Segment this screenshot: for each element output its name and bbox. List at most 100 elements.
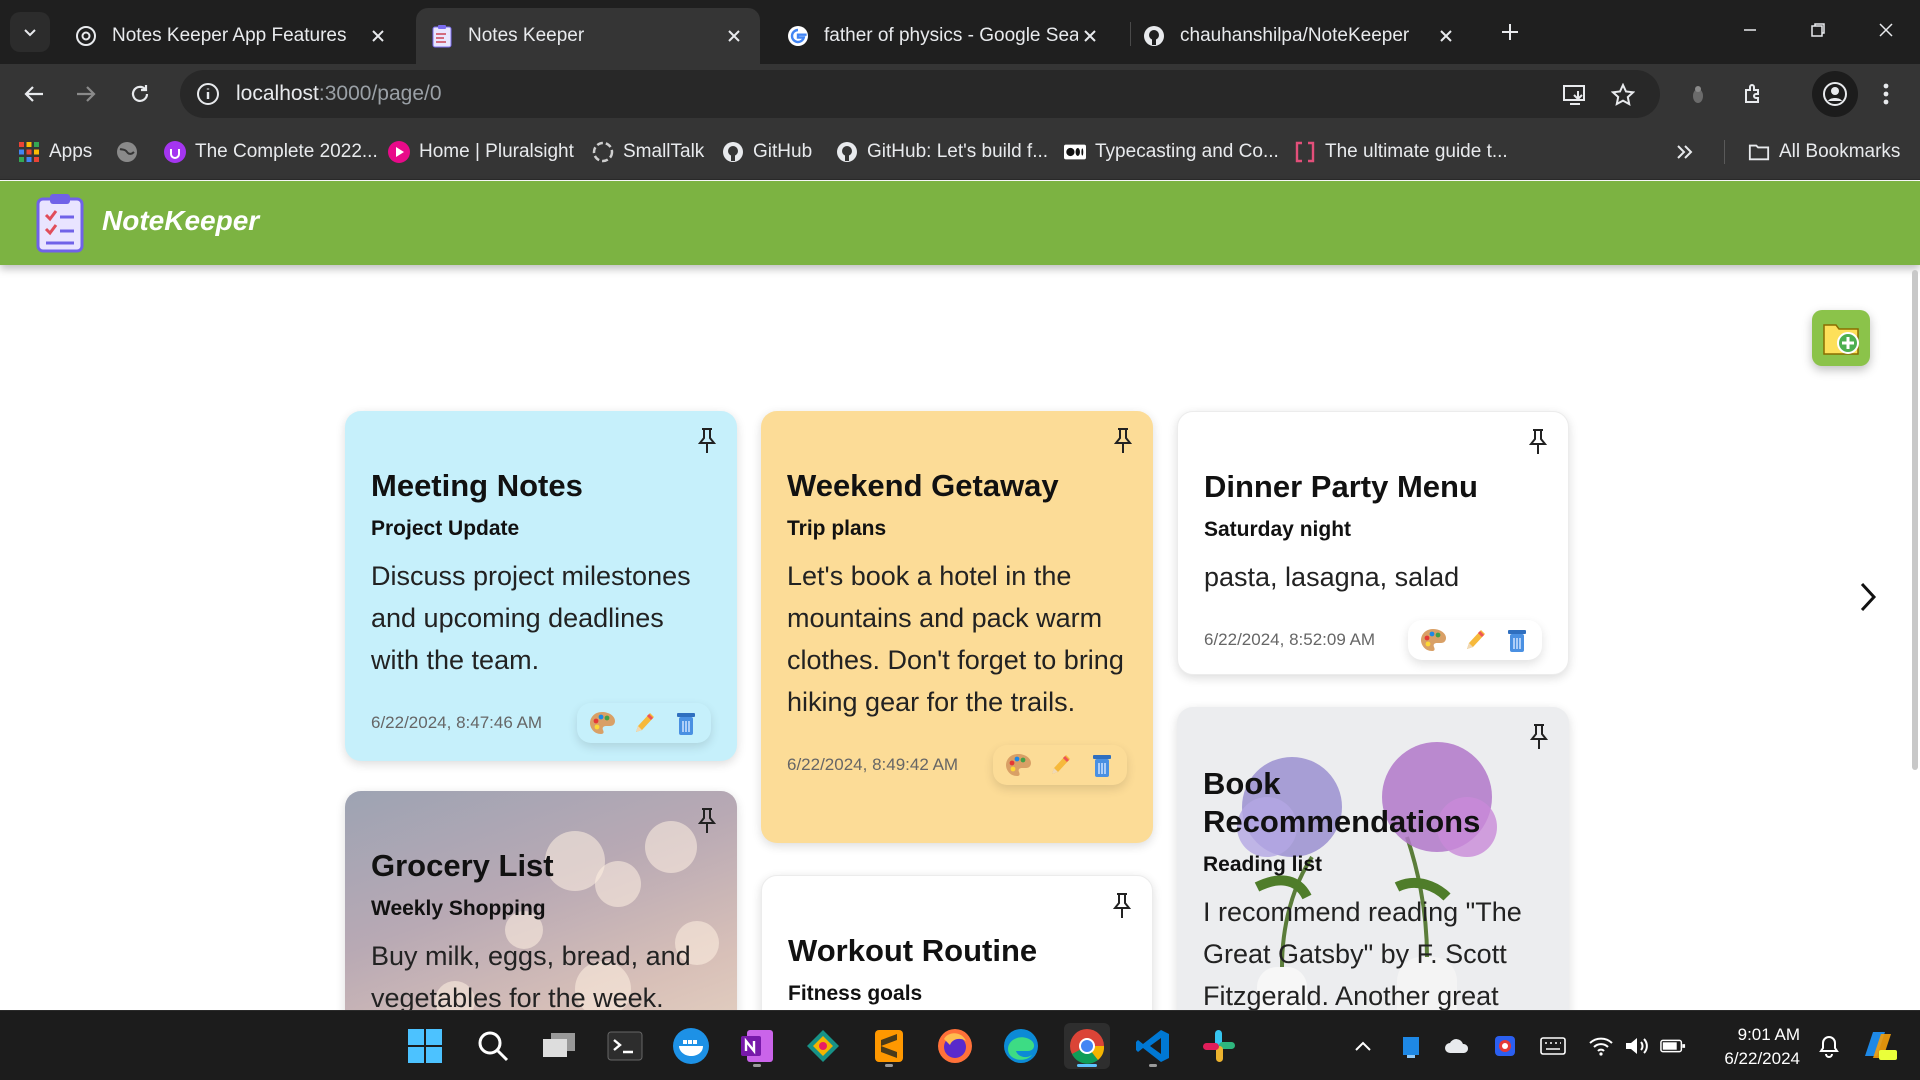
onedrive-cloud-icon[interactable] xyxy=(1444,1033,1470,1059)
palette-icon[interactable] xyxy=(1001,749,1035,781)
bookmark-udemy[interactable]: The Complete 2022... xyxy=(164,138,378,166)
app-title: NoteKeeper xyxy=(102,205,260,236)
note-title: Dinner Party Menu xyxy=(1204,469,1478,504)
bookmark-medium[interactable]: Typecasting and Co... xyxy=(1064,138,1279,166)
close-tab-icon[interactable] xyxy=(1078,24,1102,48)
profile-button[interactable] xyxy=(1812,71,1858,117)
battery-icon[interactable] xyxy=(1660,1033,1686,1059)
browser-menu-button[interactable] xyxy=(1866,74,1906,114)
bookmark-label: SmallTalk xyxy=(623,141,705,162)
chrome-icon[interactable] xyxy=(1064,1023,1110,1069)
volume-icon[interactable] xyxy=(1624,1033,1650,1059)
close-tab-icon[interactable] xyxy=(722,24,746,48)
pin-icon[interactable] xyxy=(695,807,719,835)
terminal-icon[interactable] xyxy=(602,1023,648,1069)
delete-trash-icon[interactable] xyxy=(1085,749,1119,781)
install-app-icon[interactable] xyxy=(1560,80,1590,110)
note-date: 6/22/2024, 8:47:46 AM xyxy=(371,713,543,732)
bookmark-github[interactable]: GitHub xyxy=(722,138,812,166)
note-body: I recommend reading "The Great Gatsby" b… xyxy=(1203,897,1522,1011)
onenote-icon[interactable] xyxy=(734,1023,780,1069)
new-tab-button[interactable] xyxy=(1492,14,1528,50)
add-note-button[interactable] xyxy=(1812,310,1870,366)
note-date: 6/22/2024, 8:52:09 AM xyxy=(1204,630,1376,649)
bookmark-ultimate-guide[interactable]: The ultimate guide t... xyxy=(1294,138,1508,166)
tray-app-icon[interactable] xyxy=(1398,1033,1424,1059)
docker-icon[interactable] xyxy=(668,1023,714,1069)
next-page-button[interactable] xyxy=(1852,578,1884,616)
browser-tab-active[interactable]: Notes Keeper xyxy=(416,8,760,64)
back-button[interactable] xyxy=(14,74,54,114)
pin-icon[interactable] xyxy=(1111,427,1135,455)
close-tab-icon[interactable] xyxy=(1434,24,1458,48)
delete-trash-icon[interactable] xyxy=(669,707,703,739)
medium-icon xyxy=(1064,141,1086,163)
note-card[interactable]: Meeting Notes Project Update Discuss pro… xyxy=(345,411,737,761)
note-tagline: Saturday night xyxy=(1204,518,1352,541)
bookmark-star-icon[interactable] xyxy=(1608,80,1638,110)
note-tagline: Project Update xyxy=(371,517,520,540)
extension-button[interactable] xyxy=(1678,74,1718,114)
restore-icon xyxy=(1811,23,1825,37)
slack-icon[interactable] xyxy=(1196,1023,1242,1069)
browser-tab[interactable]: Notes Keeper App Features xyxy=(60,8,404,64)
bookmark-pluralsight[interactable]: Home | Pluralsight xyxy=(388,138,574,166)
vscode-icon[interactable] xyxy=(1130,1023,1176,1069)
edit-pencil-icon[interactable] xyxy=(1458,624,1492,656)
note-title: Meeting Notes xyxy=(371,468,583,503)
task-view-icon[interactable] xyxy=(536,1023,582,1069)
extensions-menu-button[interactable] xyxy=(1734,74,1774,114)
forward-button[interactable] xyxy=(66,74,106,114)
copilot-icon[interactable] xyxy=(1858,1027,1898,1063)
notification-bell-icon[interactable] xyxy=(1816,1033,1842,1059)
app-header: NoteKeeper xyxy=(0,181,1920,265)
url-text: localhost:3000/page/0 xyxy=(236,82,442,105)
restore-button[interactable] xyxy=(1784,0,1852,60)
note-card[interactable]: Dinner Party Menu Saturday night pasta, … xyxy=(1177,411,1569,675)
reload-button[interactable] xyxy=(120,74,160,114)
sublime-text-icon[interactable] xyxy=(866,1023,912,1069)
wifi-icon[interactable] xyxy=(1588,1033,1614,1059)
globe-icon xyxy=(116,141,138,163)
minimize-button[interactable] xyxy=(1716,0,1784,60)
show-hidden-icons-chevron-up-icon[interactable] xyxy=(1350,1033,1376,1059)
close-window-button[interactable] xyxy=(1852,0,1920,60)
chevron-right-icon xyxy=(1860,582,1877,612)
gitkraken-icon[interactable] xyxy=(800,1023,846,1069)
edge-icon[interactable] xyxy=(998,1023,1044,1069)
tab-search-button[interactable] xyxy=(10,12,50,52)
search-icon[interactable] xyxy=(470,1023,516,1069)
more-bookmarks-button[interactable] xyxy=(1676,138,1694,166)
page-scrollbar[interactable] xyxy=(1912,270,1918,770)
note-title: Grocery List xyxy=(371,848,554,883)
double-chevron-right-icon xyxy=(1677,145,1693,159)
address-bar[interactable]: localhost:3000/page/0 xyxy=(180,70,1660,118)
pin-icon[interactable] xyxy=(1110,892,1134,920)
browser-tab[interactable]: chauhanshilpa/NoteKeeper xyxy=(1128,8,1472,64)
system-clock[interactable]: 9:01 AM 6/22/2024 xyxy=(1700,1023,1800,1071)
delete-trash-icon[interactable] xyxy=(1500,624,1534,656)
close-tab-icon[interactable] xyxy=(366,24,390,48)
palette-icon[interactable] xyxy=(1416,624,1450,656)
edit-pencil-icon[interactable] xyxy=(627,707,661,739)
bookmark-github-build[interactable]: GitHub: Let's build f... xyxy=(836,138,1048,166)
keyboard-icon[interactable] xyxy=(1540,1033,1566,1059)
bookmark-globe[interactable] xyxy=(116,138,147,166)
pin-icon[interactable] xyxy=(1526,428,1550,456)
firefox-icon[interactable] xyxy=(932,1023,978,1069)
note-card[interactable]: Weekend Getaway Trip plans Let's book a … xyxy=(761,411,1153,843)
antivirus-tray-icon[interactable] xyxy=(1492,1033,1518,1059)
edit-pencil-icon[interactable] xyxy=(1043,749,1077,781)
bookmark-smalltalk[interactable]: SmallTalk xyxy=(592,138,704,166)
bookmark-label: Apps xyxy=(49,141,93,162)
site-info-icon[interactable] xyxy=(194,80,222,108)
pin-icon[interactable] xyxy=(1527,723,1551,751)
palette-icon[interactable] xyxy=(585,707,619,739)
windows-start-icon[interactable] xyxy=(402,1023,448,1069)
browser-tab-strip: Notes Keeper App Features Notes Keeper f… xyxy=(0,0,1920,64)
all-bookmarks-button[interactable]: All Bookmarks xyxy=(1748,138,1900,166)
bookmarks-separator xyxy=(1724,140,1725,164)
bookmark-apps[interactable]: Apps xyxy=(18,138,92,166)
pin-icon[interactable] xyxy=(695,427,719,455)
browser-tab[interactable]: father of physics - Google Searc xyxy=(772,8,1116,64)
